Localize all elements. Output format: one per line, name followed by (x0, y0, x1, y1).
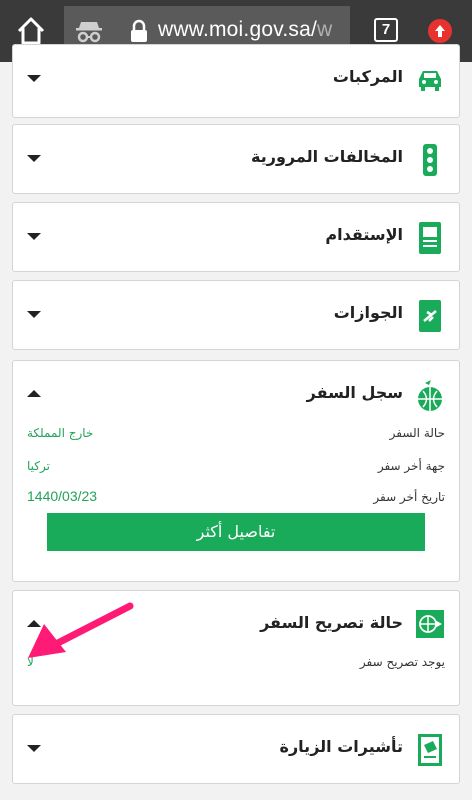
section-passports[interactable]: الجوازات (12, 280, 460, 350)
document-id-icon (419, 222, 441, 254)
section-vehicles[interactable]: المركبات (12, 44, 460, 118)
globe-arrow-icon (416, 610, 444, 638)
url-text: www.moi.gov.sa/w (158, 18, 332, 42)
lock-icon (131, 19, 147, 42)
collapse-caret[interactable] (27, 390, 41, 397)
pink-arrow-icon (28, 602, 134, 658)
upload-icon[interactable] (428, 19, 452, 43)
permit-exists-label: يوجد تصريح سفر (359, 655, 445, 669)
expand-caret[interactable] (27, 155, 41, 162)
passport-plane-icon (419, 300, 441, 332)
section-recruitment[interactable]: الإستقدام (12, 202, 460, 272)
last-travel-date-value: 1440/03/23 (27, 488, 98, 504)
section-travel-record: سجل السفر حالة السفر خارج المملكة جهة أخ… (12, 360, 460, 582)
expand-caret[interactable] (27, 75, 41, 82)
expand-caret[interactable] (27, 745, 41, 752)
url-tail: w (317, 18, 333, 41)
home-icon[interactable] (14, 14, 48, 48)
globe-plane-icon (418, 380, 442, 411)
tab-count-button[interactable]: 7 (374, 18, 398, 42)
more-details-button[interactable]: تفاصيل أكثر (47, 513, 425, 551)
expand-caret[interactable] (27, 311, 41, 318)
expand-caret[interactable] (27, 233, 41, 240)
section-visit-visas[interactable]: تأشيرات الزيارة (12, 714, 460, 784)
section-title: الإستقدام (325, 225, 403, 244)
section-title: حالة تصريح السفر (260, 613, 403, 632)
section-title: تأشيرات الزيارة (279, 737, 403, 756)
section-traffic-violations[interactable]: المخالفات المرورية (12, 124, 460, 194)
last-travel-date-label: تاريخ أخر سفر (373, 490, 445, 504)
traffic-light-icon (423, 144, 437, 176)
section-title: المخالفات المرورية (251, 147, 403, 166)
last-destination-value: تركيا (27, 459, 50, 473)
section-title: الجوازات (333, 303, 403, 322)
car-icon (419, 71, 441, 91)
last-destination-label: جهة أخر سفر (377, 459, 445, 473)
visa-document-icon (418, 734, 442, 766)
section-title: المركبات (332, 67, 403, 86)
travel-status-label: حالة السفر (389, 426, 445, 440)
url-main: www.moi.gov.sa/ (158, 18, 317, 41)
section-title: سجل السفر (306, 383, 403, 402)
travel-status-value: خارج المملكة (27, 426, 94, 440)
